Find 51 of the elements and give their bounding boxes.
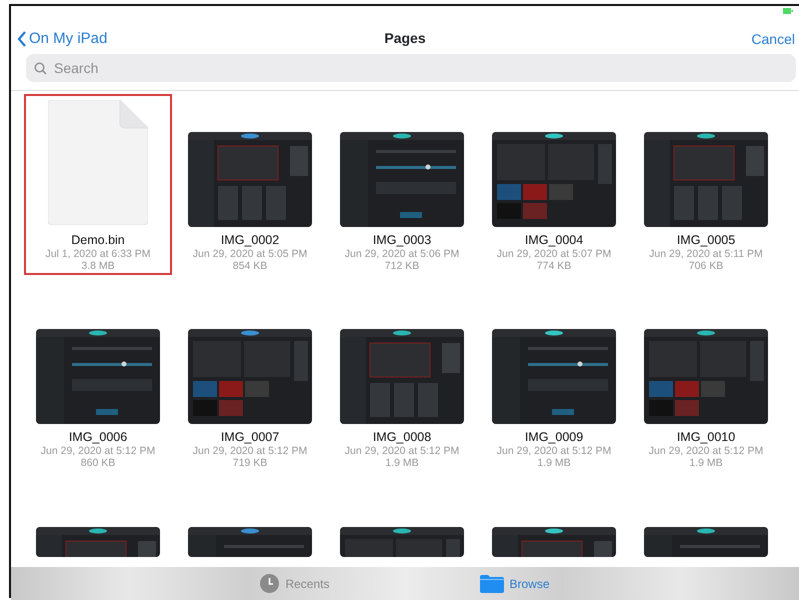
file-size: 719 KB (232, 457, 268, 470)
file-size: 774 KB (536, 260, 572, 273)
file-name[interactable]: IMG_0010 (676, 430, 736, 445)
file-date: Jun 29, 2020 at 5:07 PM (496, 248, 612, 260)
file-size: 860 KB (80, 457, 116, 470)
file-name[interactable]: IMG_0007 (220, 430, 280, 445)
file-size: 3.8 MB (81, 260, 115, 273)
cancel-button[interactable]: Cancel (751, 29, 795, 50)
battery-icon (783, 8, 793, 14)
file-date: Jun 29, 2020 at 5:12 PM (192, 444, 308, 458)
file-item[interactable]: IMG_0005 Jun 29, 2020 at 5:11 PM 706 KB (632, 94, 780, 275)
file-name[interactable]: IMG_0008 (372, 430, 432, 445)
screen-title: Pages (384, 30, 426, 46)
search-field[interactable]: Search (52, 56, 788, 80)
document-icon[interactable] (48, 100, 148, 225)
file-name[interactable]: Demo.bin (71, 232, 125, 248)
clock-icon (260, 574, 280, 593)
file-item[interactable]: IMG_0007 Jun 29, 2020 at 5:12 PM 719 KB (176, 291, 324, 472)
file-size: 1.9 MB (689, 457, 723, 470)
file-date: Jun 29, 2020 at 5:12 PM (344, 444, 460, 458)
file-item[interactable]: IMG_0009 Jun 29, 2020 at 5:12 PM 1.9 MB (480, 291, 628, 472)
file-size: 712 KB (384, 260, 420, 273)
file-name[interactable]: IMG_0003 (372, 232, 432, 248)
file-size: 854 KB (232, 260, 268, 273)
file-item[interactable]: IMG_0002 Jun 29, 2020 at 5:05 PM 854 KB (176, 94, 324, 275)
file-item[interactable]: Demo.bin Jul 1, 2020 at 6:33 PM 3.8 MB (24, 94, 172, 275)
file-date: Jun 29, 2020 at 5:05 PM (192, 248, 308, 260)
file-name[interactable]: IMG_0002 (220, 232, 280, 248)
file-item[interactable]: IMG_0010 Jun 29, 2020 at 5:12 PM 1.9 MB (632, 291, 780, 472)
chevron-left-icon (17, 30, 27, 47)
file-size: 1.9 MB (537, 457, 571, 470)
file-date: Jun 29, 2020 at 5:12 PM (496, 444, 612, 458)
file-date: Jul 1, 2020 at 6:33 PM (45, 248, 151, 260)
file-item[interactable]: IMG_0004 Jun 29, 2020 at 5:07 PM 774 KB (480, 94, 628, 275)
file-item[interactable]: IMG_0003 Jun 29, 2020 at 5:06 PM 712 KB (328, 94, 476, 275)
folder-icon (480, 574, 504, 592)
file-name[interactable]: IMG_0005 (676, 232, 736, 248)
file-item[interactable]: IMG_0006 Jun 29, 2020 at 5:12 PM 860 KB (24, 291, 172, 472)
search-icon (34, 62, 47, 74)
file-name[interactable]: IMG_0009 (524, 430, 584, 445)
file-name[interactable]: IMG_0006 (68, 430, 128, 445)
file-date: Jun 29, 2020 at 5:11 PM (649, 248, 763, 260)
file-date: Jun 29, 2020 at 5:12 PM (40, 444, 156, 458)
search-field[interactable]: Search (26, 54, 796, 82)
file-size: 706 KB (688, 260, 724, 273)
file-date: Jun 29, 2020 at 5:12 PM (648, 444, 764, 458)
file-item[interactable]: IMG_0008 Jun 29, 2020 at 5:12 PM 1.9 MB (328, 291, 476, 472)
file-date: Jun 29, 2020 at 5:06 PM (344, 248, 460, 260)
back-button[interactable]: On My iPad (17, 28, 108, 50)
file-size: 1.9 MB (385, 457, 419, 470)
file-name[interactable]: IMG_0004 (524, 232, 584, 248)
